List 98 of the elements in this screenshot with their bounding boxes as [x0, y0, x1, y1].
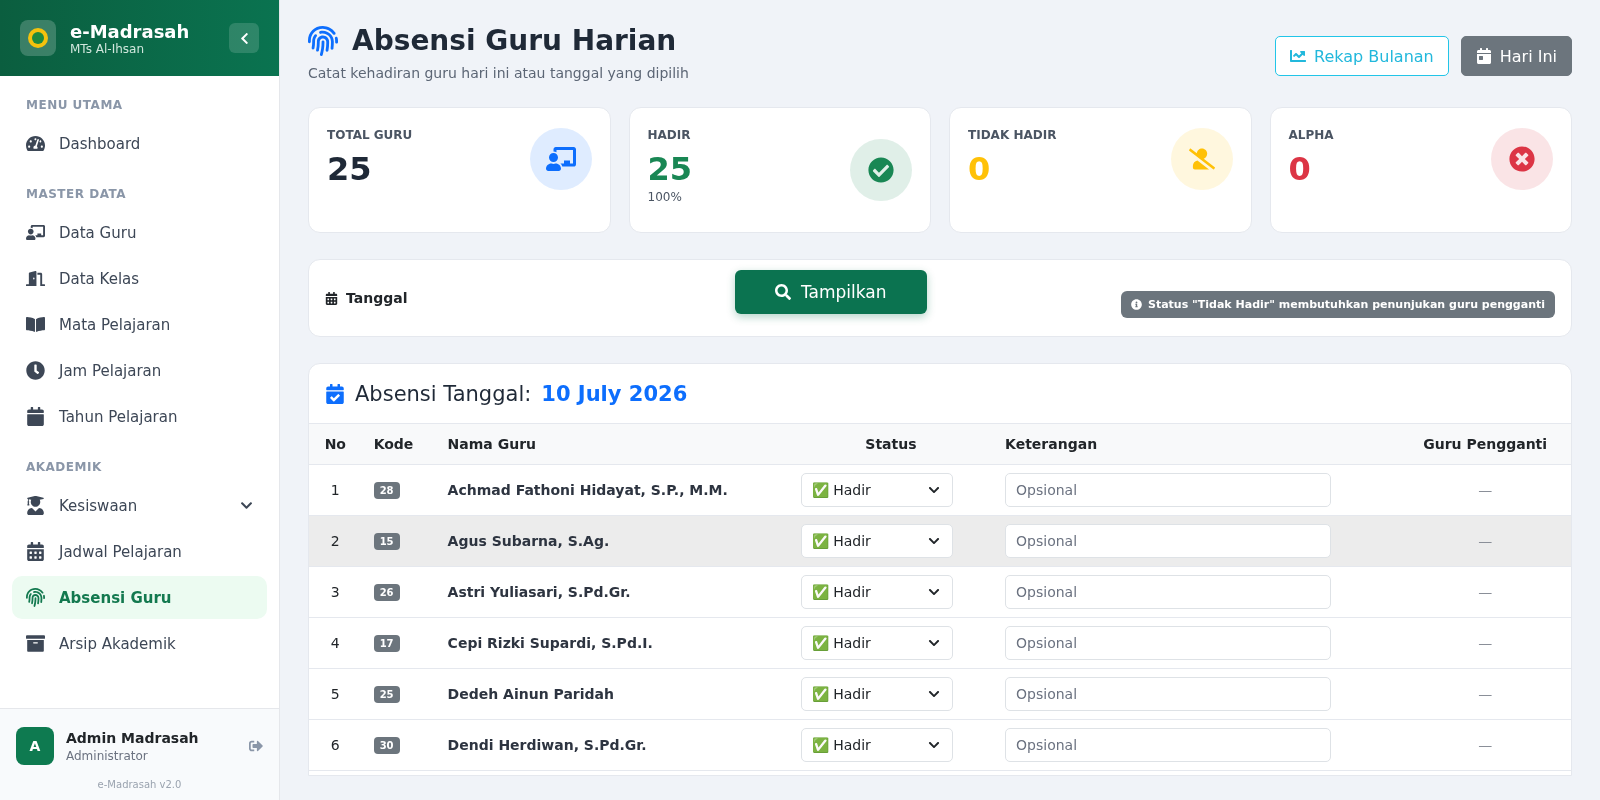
version-text: e-Madrasah v2.0	[96, 779, 183, 790]
calendar-icon	[325, 291, 338, 305]
fingerprint-icon	[308, 25, 338, 56]
teacher-name: Dedeh Ainun Paridah	[447, 685, 614, 702]
logout-icon[interactable]	[249, 739, 263, 753]
table-date: 10 July 2026	[541, 381, 688, 406]
door-icon	[26, 269, 45, 288]
sidebar-item[interactable]: Mata Pelajaran	[12, 303, 267, 346]
user-name: Admin Madrasah	[66, 729, 200, 746]
section-title: MASTER DATA	[25, 186, 128, 203]
stat-value: 25	[327, 150, 373, 188]
row-number: 4	[309, 617, 362, 668]
status-select[interactable]: ✅ Hadir	[800, 727, 953, 762]
teacher-name: Achmad Fathoni Hidayat, S.P., M.M.	[447, 481, 728, 498]
line-chart-icon	[1290, 48, 1306, 64]
column-header: Keterangan	[993, 424, 1400, 464]
sidebar-item[interactable]: Tahun Pelajaran	[12, 395, 267, 438]
row-number: 5	[309, 668, 362, 719]
table-title: Absensi Tanggal:	[355, 381, 532, 406]
book-icon	[26, 315, 45, 334]
stat-label: TIDAK HADIR	[968, 128, 1057, 142]
code-badge: 17	[373, 634, 400, 652]
row-number: 2	[309, 515, 362, 566]
teacher-name: Agus Subarna, S.Ag.	[447, 532, 610, 549]
note-input[interactable]: Opsional	[1005, 574, 1332, 609]
column-header: Kode	[361, 424, 436, 464]
show-button[interactable]: Tampilkan	[735, 270, 927, 314]
info-icon	[1131, 298, 1142, 310]
brand-name: e-Madrasah	[70, 20, 191, 42]
stat-label: HADIR	[647, 128, 692, 142]
note-input[interactable]: Opsional	[1005, 625, 1332, 660]
teacher-name: Astri Yuliasari, S.Pd.Gr.	[447, 583, 631, 600]
stat-value: 0	[968, 150, 992, 188]
teacher-name: Cepi Rizki Supardi, S.Pd.I.	[447, 634, 653, 651]
stat-note: 100%	[647, 190, 683, 204]
teacher-icon	[26, 223, 45, 242]
clock-icon	[26, 361, 45, 380]
gauge-icon	[26, 134, 45, 153]
code-badge: 25	[373, 685, 400, 703]
status-select[interactable]: ✅ Hadir	[800, 625, 953, 660]
row-number: 3	[309, 566, 362, 617]
code-badge: 15	[373, 532, 400, 550]
graduate-icon	[26, 496, 45, 515]
fingerprint-icon	[26, 588, 45, 607]
status-select[interactable]: ✅ Hadir	[800, 472, 953, 507]
sidebar-item[interactable]: Jam Pelajaran	[12, 349, 267, 392]
substitute-text: —	[1478, 634, 1493, 651]
sidebar-item[interactable]: Kesiswaan	[12, 484, 267, 527]
avatar: A	[16, 727, 54, 765]
teacher-name: Dendi Herdiwan, S.Pd.Gr.	[447, 736, 647, 753]
section-title: MENU UTAMA	[25, 97, 124, 114]
status-select[interactable]: ✅ Hadir	[800, 523, 953, 558]
status-select[interactable]: ✅ Hadir	[800, 574, 953, 609]
sidebar-item[interactable]: Arsip Akademik	[12, 622, 267, 665]
substitute-text: —	[1478, 481, 1493, 498]
sidebar-item[interactable]: Data Kelas	[12, 257, 267, 300]
collapse-button[interactable]	[229, 23, 259, 53]
sidebar-item[interactable]: Absensi Guru	[12, 576, 267, 619]
date-label: Tanggal	[346, 290, 408, 306]
substitute-text: —	[1478, 532, 1493, 549]
search-icon	[775, 284, 791, 300]
calendar-icon	[26, 542, 45, 561]
page-title: Absensi Guru Harian	[352, 24, 677, 57]
row-number: 6	[309, 719, 362, 770]
note-input[interactable]: Opsional	[1005, 727, 1332, 762]
logo-icon	[20, 20, 56, 56]
code-badge: 28	[373, 481, 400, 499]
notice-text: Status "Tidak Hadir" membutuhkan penunjukan guru pengganti	[1148, 297, 1545, 311]
note-input[interactable]: Opsional	[1005, 472, 1332, 507]
sidebar-item[interactable]: Data Guru	[12, 211, 267, 254]
calendar-icon	[26, 407, 45, 426]
user-role: Administrator	[66, 748, 149, 763]
today-button[interactable]: Hari Ini	[1460, 36, 1572, 76]
column-header: Nama Guru	[435, 424, 789, 464]
school-name: MTs Al-Ihsan	[70, 41, 145, 56]
status-select[interactable]: ✅ Hadir	[800, 676, 953, 711]
calendar-check-icon	[325, 383, 345, 404]
code-badge: 30	[373, 736, 400, 754]
archive-icon	[26, 634, 45, 653]
stat-value: 0	[1288, 150, 1312, 188]
substitute-text: —	[1478, 736, 1493, 753]
column-header: Status	[788, 424, 994, 464]
column-header: No	[309, 424, 362, 464]
stat-value: 25	[647, 150, 693, 188]
stat-label: TOTAL GURU	[327, 128, 413, 142]
substitute-text: —	[1478, 583, 1493, 600]
note-input[interactable]: Opsional	[1005, 676, 1332, 711]
stat-label: ALPHA	[1288, 128, 1334, 142]
page-subtitle: Catat kehadiran guru hari ini atau tanggal yang dipilih	[308, 65, 689, 81]
section-title: AKADEMIK	[25, 459, 103, 476]
sidebar-item[interactable]: Dashboard	[12, 122, 267, 165]
sidebar-item[interactable]: Jadwal Pelajaran	[12, 530, 267, 573]
note-input[interactable]: Opsional	[1005, 523, 1332, 558]
substitute-text: —	[1478, 685, 1493, 702]
code-badge: 26	[373, 583, 400, 601]
calendar-icon	[1475, 48, 1492, 64]
row-number: 1	[309, 464, 362, 515]
column-header: Guru Pengganti	[1399, 424, 1571, 464]
